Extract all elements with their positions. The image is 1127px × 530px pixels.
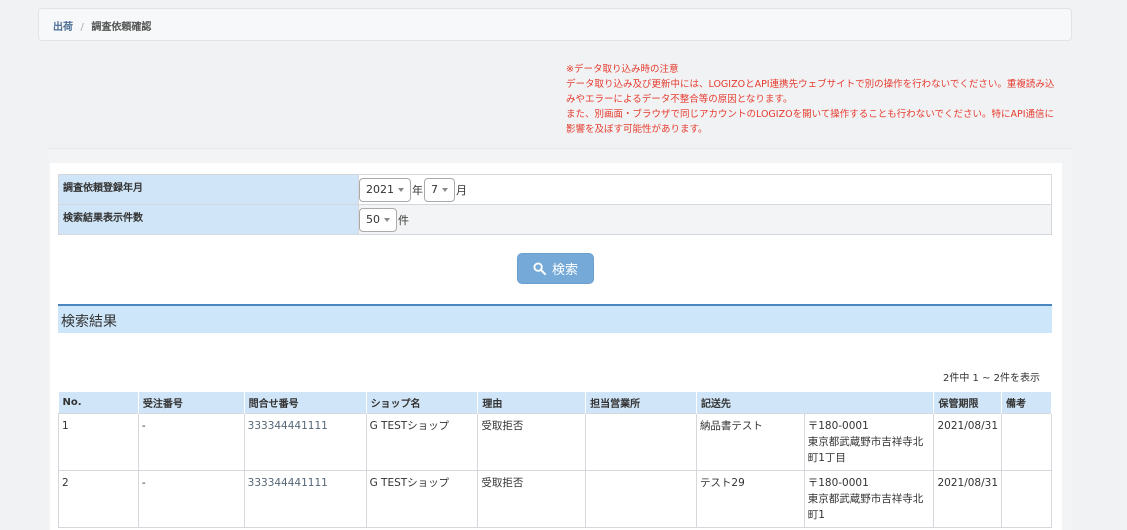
warning-line: また、別画面・ブラウザで同じアカウントのLOGIZOを開いて操作することも行わな…: [566, 109, 1055, 135]
year-select[interactable]: 2021: [359, 177, 411, 202]
warning-line: データ取り込み及び更新中には、LOGIZOとAPI連携先ウェブサイトで別の操作を…: [566, 79, 1055, 105]
count-label: 検索結果表示件数: [58, 204, 359, 235]
cell-dest-name: テスト29: [695, 470, 805, 528]
breadcrumb-separator: /: [80, 22, 84, 33]
search-icon: [533, 262, 546, 275]
cell-dest-name: 納品書テスト: [695, 413, 805, 471]
import-warning: ※データ取り込み時の注意 データ取り込み及び更新中には、LOGIZOとAPI連携…: [566, 62, 1056, 137]
column-header: 保管期限: [933, 392, 1003, 414]
dropdown-caret-icon: [384, 217, 390, 222]
year-unit: 年: [412, 183, 423, 197]
search-button[interactable]: 検索: [517, 253, 594, 284]
breadcrumb-link-shipping[interactable]: 出荷: [53, 22, 73, 33]
month-select[interactable]: 7: [424, 177, 455, 202]
cell-shop: G TESTショップ: [365, 470, 479, 528]
column-header: ショップ名: [366, 392, 479, 414]
column-header: 備考: [1001, 392, 1052, 414]
column-header: 理由: [477, 392, 587, 414]
cell-shop: G TESTショップ: [365, 413, 479, 471]
results-table: No. 受注番号 問合せ番号 ショップ名 理由 担当営業所 記送先 保管期限 備…: [58, 392, 1052, 528]
count-value: 50: [366, 212, 380, 226]
results-title: 検索結果: [58, 304, 1052, 333]
cell-no: 2: [58, 470, 139, 528]
table-row: 2 - 333344441111 G TESTショップ 受取拒否 テスト29 〒…: [58, 470, 1052, 528]
results-count: 2件中 1 ~ 2件を表示: [942, 373, 1040, 384]
cell-dest-address: 〒180-0001 東京都武蔵野市吉祥寺北町1丁目: [803, 413, 935, 471]
dropdown-caret-icon: [442, 187, 448, 192]
month-unit: 月: [456, 183, 467, 197]
month-value: 7: [431, 182, 438, 196]
column-header: 担当営業所: [585, 392, 697, 414]
column-header: 問合せ番号: [244, 392, 367, 414]
date-label: 調査依頼登録年月: [58, 174, 359, 205]
cell-inquiry[interactable]: 333344441111: [243, 470, 367, 528]
cell-order: -: [137, 413, 245, 471]
search-button-label: 検索: [551, 263, 578, 278]
breadcrumb-current: 調査依頼確認: [91, 22, 152, 33]
cell-dest-address: 〒180-0001 東京都武蔵野市吉祥寺北町1: [803, 470, 935, 528]
table-row: 1 - 333344441111 G TESTショップ 受取拒否 納品書テスト …: [58, 413, 1052, 471]
search-form: 調査依頼登録年月 2021 年 7 月 検索結果表示件数 50 件: [58, 174, 1052, 235]
cell-office: [585, 413, 697, 471]
cell-note: [1001, 470, 1052, 528]
table-header-row: No. 受注番号 問合せ番号 ショップ名 理由 担当営業所 記送先 保管期限 備…: [58, 392, 1052, 414]
count-select[interactable]: 50: [359, 207, 397, 232]
year-value: 2021: [366, 182, 394, 196]
column-header: 受注番号: [138, 392, 245, 414]
cell-note: [1001, 413, 1052, 471]
column-header: No.: [58, 392, 139, 414]
cell-reason: 受取拒否: [477, 470, 587, 528]
column-header: 記送先: [696, 392, 935, 414]
cell-reason: 受取拒否: [477, 413, 587, 471]
cell-inquiry[interactable]: 333344441111: [243, 413, 367, 471]
count-unit: 件: [398, 213, 409, 227]
cell-expiry: 2021/08/31: [933, 470, 1003, 528]
cell-no: 1: [58, 413, 139, 471]
cell-order: -: [137, 470, 245, 528]
cell-expiry: 2021/08/31: [933, 413, 1003, 471]
cell-office: [585, 470, 697, 528]
warning-line: ※データ取り込み時の注意: [566, 64, 679, 75]
breadcrumb: 出荷 / 調査依頼確認: [38, 8, 1072, 41]
dropdown-caret-icon: [398, 187, 404, 192]
